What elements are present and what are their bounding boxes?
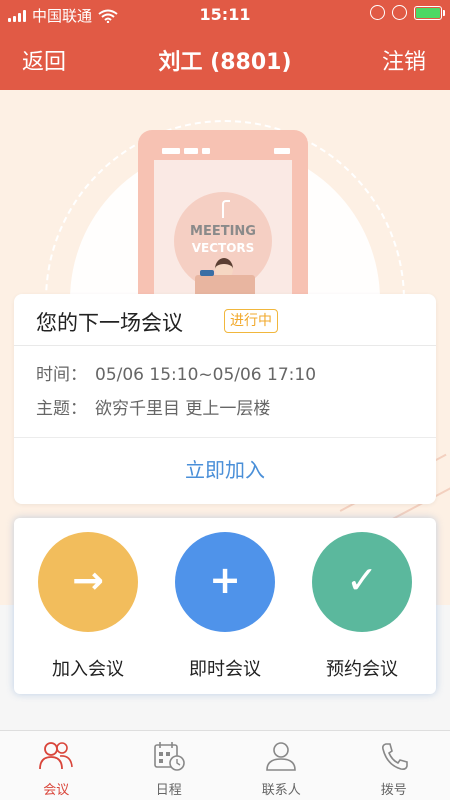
time-value: 05/06 15:10~05/06 17:10 xyxy=(95,365,317,385)
meeting-topic-row: 主题： 欲穷千里目 更上一层楼 xyxy=(36,394,270,419)
illustration-bar xyxy=(274,148,290,154)
meeting-time-row: 时间： 05/06 15:10~05/06 17:10 xyxy=(36,360,316,385)
alarm-icon xyxy=(392,5,407,20)
logout-button[interactable]: 注销 xyxy=(382,44,426,76)
schedule-meeting-action[interactable]: ✓ 预约会议 xyxy=(292,518,432,694)
join-now-button[interactable]: 立即加入 xyxy=(14,454,436,483)
tab-dialer[interactable]: 拨号 xyxy=(338,731,450,800)
meeting-actions-panel: → 加入会议 + 即时会议 ✓ 预约会议 xyxy=(14,518,436,694)
tab-label: 日程 xyxy=(155,783,182,798)
illustration-text-vectors: VECTORS xyxy=(191,241,255,255)
card-title: 您的下一场会议 xyxy=(36,311,183,335)
calendar-clock-icon xyxy=(153,742,185,771)
arrow-right-icon[interactable]: → xyxy=(38,532,138,632)
card-header: 您的下一场会议 进行中 xyxy=(14,294,436,346)
people-icon xyxy=(39,742,74,770)
topic-value: 欲穷千里目 更上一层楼 xyxy=(95,399,271,419)
join-meeting-label: 加入会议 xyxy=(52,659,124,680)
illustration-text-meeting: MEETING xyxy=(190,224,256,239)
plus-icon[interactable]: + xyxy=(175,532,275,632)
navigation-bar: 返回 刘工 (8801) 注销 xyxy=(0,28,450,90)
illustration-bars xyxy=(162,148,210,154)
back-button[interactable]: 返回 xyxy=(22,44,66,76)
time-label: 时间： xyxy=(36,365,87,385)
tab-bar: 会议 日程 联系人 拨号 xyxy=(0,730,450,800)
status-badge: 进行中 xyxy=(224,309,278,333)
battery-icon xyxy=(414,5,445,20)
orientation-lock-icon xyxy=(370,5,385,20)
instant-meeting-action[interactable]: + 即时会议 xyxy=(155,518,295,694)
instant-meeting-label: 即时会议 xyxy=(189,659,261,680)
person-icon xyxy=(266,742,297,771)
schedule-meeting-label: 预约会议 xyxy=(326,659,398,680)
tab-schedule[interactable]: 日程 xyxy=(113,731,226,800)
divider xyxy=(14,437,436,438)
phone-icon xyxy=(381,743,408,770)
tab-meetings[interactable]: 会议 xyxy=(0,731,113,800)
podium-microphone xyxy=(200,270,214,276)
microphone-icon xyxy=(222,200,230,218)
tab-label: 会议 xyxy=(43,783,70,798)
podium-graphic xyxy=(195,275,255,295)
tab-label: 联系人 xyxy=(261,783,301,798)
tab-label: 拨号 xyxy=(380,783,407,798)
next-meeting-card: 您的下一场会议 进行中 时间： 05/06 15:10~05/06 17:10 主… xyxy=(14,294,436,504)
status-right xyxy=(370,5,445,20)
status-bar: 中国联通 15:11 xyxy=(0,0,450,28)
join-meeting-action[interactable]: → 加入会议 xyxy=(18,518,158,694)
tab-contacts[interactable]: 联系人 xyxy=(225,731,338,800)
topic-label: 主题： xyxy=(36,399,87,419)
check-icon[interactable]: ✓ xyxy=(312,532,412,632)
